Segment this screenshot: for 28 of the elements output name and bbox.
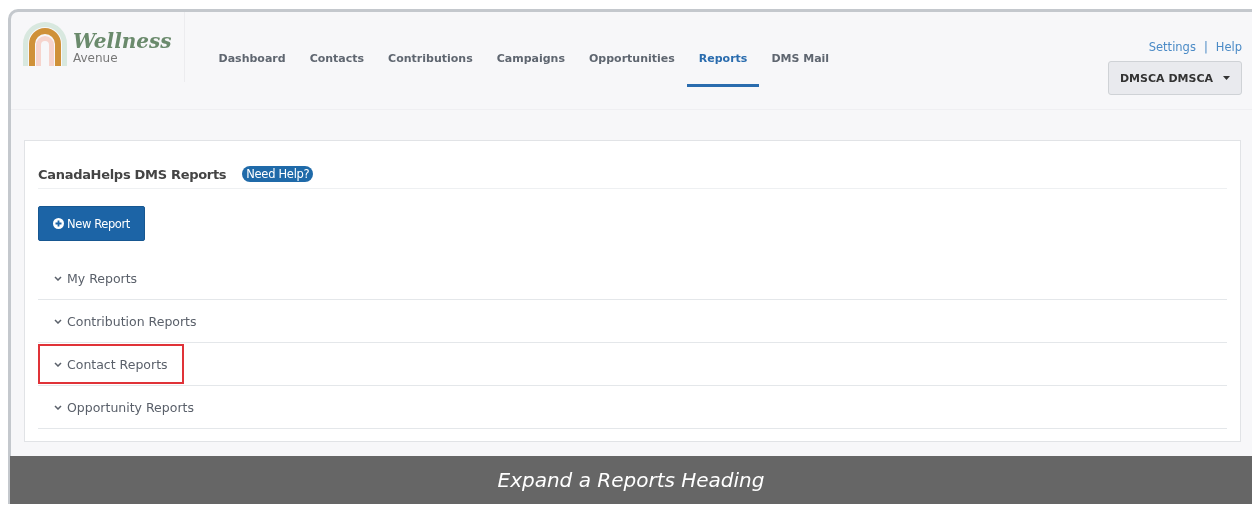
chevron-down-icon bbox=[54, 404, 62, 410]
rainbow-icon bbox=[21, 20, 69, 66]
report-section-header[interactable]: Contribution Reports bbox=[38, 301, 213, 341]
settings-link[interactable]: Settings bbox=[1148, 40, 1196, 54]
report-section-header[interactable]: Opportunity Reports bbox=[38, 387, 210, 427]
nav-tab[interactable]: Dashboard bbox=[206, 52, 298, 81]
nav-tab[interactable]: Campaigns bbox=[484, 52, 577, 81]
chevron-down-icon bbox=[54, 318, 62, 324]
chevron-down-icon bbox=[54, 361, 62, 367]
logo-tagline: Avenue bbox=[73, 52, 119, 64]
report-section-header[interactable]: My Reports bbox=[38, 258, 154, 298]
help-link[interactable]: Need Help? bbox=[242, 166, 314, 182]
caret-icon bbox=[1223, 76, 1230, 80]
nav-tab[interactable]: DMS Mail bbox=[759, 52, 842, 81]
nav-tab[interactable]: Reports bbox=[686, 52, 760, 87]
link-separator: | bbox=[1203, 40, 1208, 54]
nav-tab[interactable]: Contributions bbox=[376, 52, 485, 81]
chevron-down-icon bbox=[54, 275, 62, 281]
help-link[interactable]: Help bbox=[1215, 40, 1242, 54]
caption-bar: Expand a Reports Heading bbox=[10, 456, 1252, 504]
new-report-button[interactable]: New Report bbox=[38, 206, 145, 241]
nav-tab[interactable]: Contacts bbox=[297, 52, 377, 81]
nav-tab[interactable]: Opportunities bbox=[577, 52, 687, 81]
logo-name: Wellness bbox=[73, 30, 172, 52]
plus-circle-icon bbox=[53, 218, 65, 229]
panel-title: CanadaHelps DMS Reports bbox=[38, 166, 227, 182]
user-menu-button[interactable]: DMSCA DMSCA bbox=[1108, 61, 1242, 95]
report-section-header[interactable]: Contact Reports bbox=[38, 344, 184, 384]
